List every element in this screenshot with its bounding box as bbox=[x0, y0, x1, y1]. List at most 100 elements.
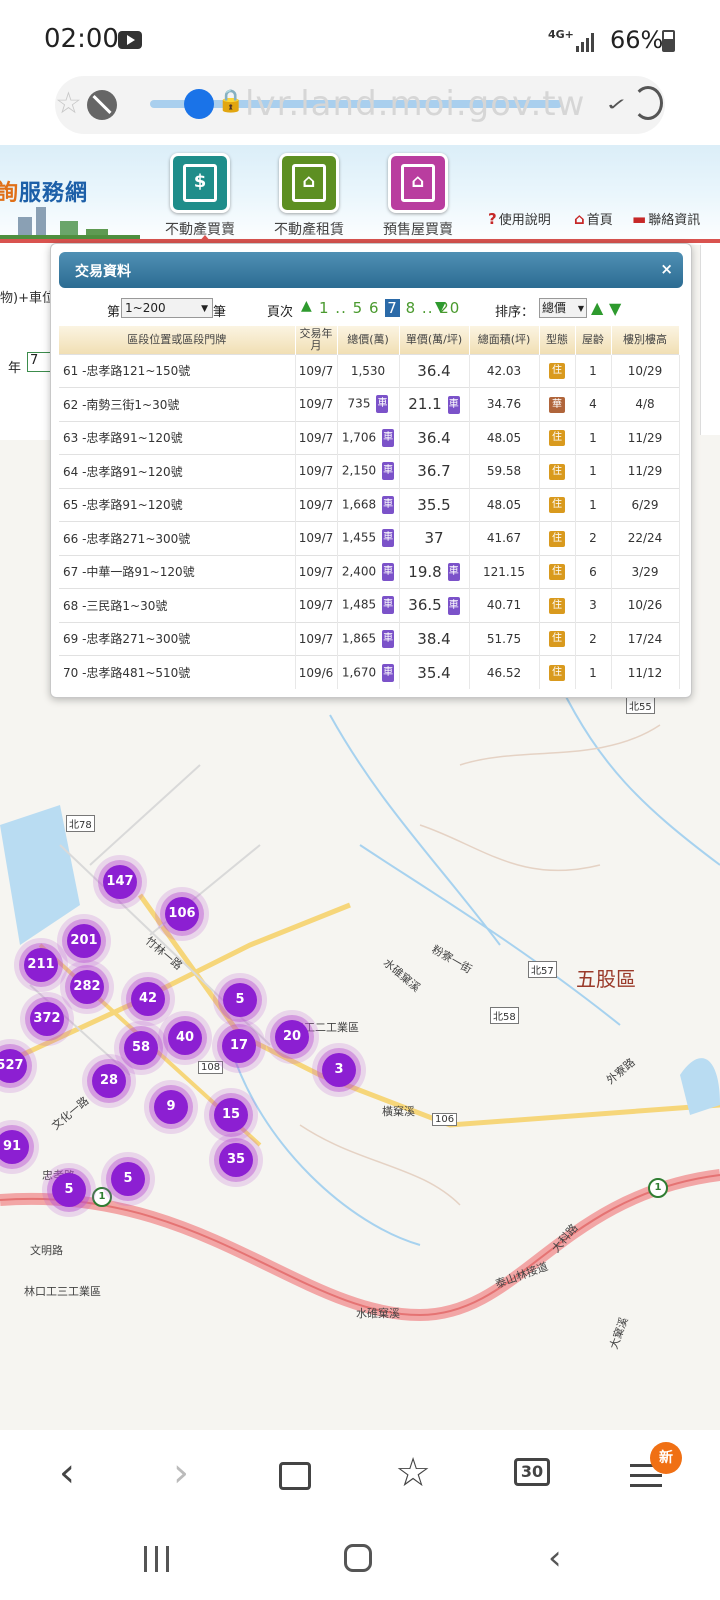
table-row[interactable]: 63 -忠孝路91~120號 109/7 1,706 車 36.4 48.05 住 1 11/2… bbox=[59, 420, 680, 455]
mute-icon[interactable] bbox=[87, 90, 117, 120]
cell-address: 61 -忠孝路121~150號 bbox=[59, 353, 296, 388]
road-label: 文明路 bbox=[30, 1244, 63, 1257]
record-range-select[interactable]: 1~200 bbox=[121, 298, 213, 318]
col-date[interactable]: 交易年月 bbox=[295, 326, 338, 354]
crane-house-icon: ⌂ bbox=[388, 153, 448, 213]
col-age[interactable]: 屋齡 bbox=[575, 326, 612, 354]
page-next-icon[interactable]: ▼ bbox=[435, 299, 446, 315]
cell-address: 65 -忠孝路91~120號 bbox=[59, 487, 296, 522]
cell-total-price: 1,485 車 bbox=[337, 588, 400, 622]
transaction-cluster[interactable]: 9 bbox=[154, 1090, 188, 1124]
col-floor[interactable]: 樓別樓高 bbox=[611, 326, 680, 354]
transaction-cluster[interactable]: 201 bbox=[67, 924, 101, 958]
nav-real-estate-sale[interactable]: $ 不動產買賣 bbox=[150, 153, 250, 239]
cell-floor: 4/8 bbox=[611, 387, 680, 421]
table-row[interactable]: 65 -忠孝路91~120號 109/7 1,668 車 35.5 48.05 住 1 6/29 bbox=[59, 487, 680, 522]
table-row[interactable]: 66 -忠孝路271~300號 109/7 1,455 車 37 41.67 住 2 22/24 bbox=[59, 521, 680, 555]
transaction-cluster[interactable]: 5 bbox=[52, 1173, 86, 1207]
system-home-icon[interactable] bbox=[344, 1544, 372, 1572]
transaction-cluster[interactable]: 211 bbox=[24, 948, 58, 982]
page-current[interactable]: 7 bbox=[385, 299, 400, 317]
url-text[interactable]: lvr.land.moi.gov.tw bbox=[245, 84, 585, 124]
cell-area: 46.52 bbox=[469, 655, 540, 689]
cell-unit-price: 36.4 bbox=[399, 353, 470, 388]
table-row[interactable]: 67 -中華一路91~120號 109/7 2,400 車 19.8 車 121.15 住 6 3… bbox=[59, 554, 680, 589]
transaction-cluster[interactable]: 35 bbox=[219, 1143, 253, 1177]
transaction-cluster[interactable]: 42 bbox=[131, 982, 165, 1016]
transaction-cluster[interactable]: 106 bbox=[165, 897, 199, 931]
table-row[interactable]: 62 -南勢三街1~30號 109/7 735 車 21.1 車 34.76 華 4 4/8 bbox=[59, 387, 680, 421]
page-link[interactable]: 5 6 bbox=[353, 299, 380, 317]
cell-unit-price: 19.8 車 bbox=[399, 554, 470, 589]
cell-age: 6 bbox=[575, 554, 612, 589]
col-total-price[interactable]: 總價(萬) bbox=[337, 326, 400, 354]
battery-percent: 66% bbox=[610, 26, 664, 54]
tabs-icon[interactable]: 30 bbox=[508, 1448, 558, 1498]
home-link[interactable]: ⌂ 首頁 bbox=[574, 209, 613, 228]
sort-select[interactable]: 總價 bbox=[539, 298, 587, 318]
cell-total-price: 735 車 bbox=[337, 387, 400, 421]
nav-presale-sale[interactable]: ⌂ 預售屋買賣 bbox=[368, 153, 468, 239]
star-icon[interactable]: ☆ bbox=[55, 86, 82, 121]
type-badge: 住 bbox=[549, 363, 565, 380]
forward-icon[interactable]: › bbox=[156, 1448, 206, 1498]
transaction-cluster[interactable]: 28 bbox=[92, 1064, 126, 1098]
page-link[interactable]: 8 .. bbox=[406, 299, 434, 317]
table-row[interactable]: 70 -忠孝路481~510號 109/6 1,670 車 35.4 46.52 住 1 11/… bbox=[59, 655, 680, 689]
route-label: 北78 bbox=[66, 815, 95, 832]
cell-type: 住 bbox=[539, 621, 576, 656]
parking-badge: 車 bbox=[382, 495, 395, 514]
route-label: 北55 bbox=[626, 697, 655, 714]
reload-icon[interactable] bbox=[633, 86, 663, 120]
transaction-cluster[interactable]: 282 bbox=[70, 970, 104, 1004]
logo-city-illustration bbox=[0, 201, 140, 241]
transaction-table: 區段位置或區段門牌 交易年月 總價(萬) 單價(萬/坪) 總面積(坪) 型態 屋… bbox=[59, 326, 680, 689]
home-icon[interactable] bbox=[270, 1448, 320, 1498]
chevron-down-icon[interactable]: ✓ bbox=[605, 95, 628, 115]
sort-asc-icon[interactable]: ▲ bbox=[591, 298, 603, 317]
cell-age: 1 bbox=[575, 487, 612, 522]
cell-age: 2 bbox=[575, 521, 612, 555]
table-row[interactable]: 64 -忠孝路91~120號 109/7 2,150 車 36.7 59.58 住 1 11/2… bbox=[59, 454, 680, 488]
cell-unit-price: 38.4 bbox=[399, 621, 470, 656]
cell-type: 住 bbox=[539, 655, 576, 689]
table-row[interactable]: 61 -忠孝路121~150號 109/7 1,530 36.4 42.03 住 1 10/2… bbox=[59, 353, 680, 388]
col-address[interactable]: 區段位置或區段門牌 bbox=[59, 326, 296, 354]
transaction-cluster[interactable]: 3 bbox=[322, 1053, 356, 1087]
close-icon[interactable]: × bbox=[660, 260, 673, 278]
transaction-cluster[interactable]: 17 bbox=[222, 1029, 256, 1063]
transaction-cluster[interactable]: 5 bbox=[111, 1162, 145, 1196]
table-row[interactable]: 69 -忠孝路271~300號 109/7 1,865 車 38.4 51.75 住 2 17/… bbox=[59, 621, 680, 656]
contact-link[interactable]: ▬ 聯絡資訊 bbox=[632, 209, 700, 228]
recent-apps-icon[interactable] bbox=[144, 1546, 172, 1572]
page-prev-icon[interactable]: ▲ bbox=[301, 298, 312, 314]
col-unit-price[interactable]: 單價(萬/坪) bbox=[399, 326, 470, 354]
table-row[interactable]: 68 -三民路1~30號 109/7 1,485 車 36.5 車 40.71 住 3 10/26 bbox=[59, 588, 680, 622]
route-label: 北57 bbox=[528, 961, 557, 978]
cell-address: 64 -忠孝路91~120號 bbox=[59, 454, 296, 488]
cell-unit-price: 36.5 車 bbox=[399, 588, 470, 622]
transaction-cluster[interactable]: 40 bbox=[168, 1021, 202, 1055]
route-label: 北58 bbox=[490, 1007, 519, 1024]
help-link[interactable]: ? 使用說明 bbox=[488, 209, 551, 228]
back-icon[interactable]: ‹ bbox=[42, 1448, 92, 1498]
page-link[interactable]: 1 .. bbox=[319, 299, 347, 317]
nav-real-estate-rent[interactable]: ⌂ 不動產租賃 bbox=[259, 153, 359, 239]
address-bar[interactable]: ☆ 🔒 lvr.land.moi.gov.tw ✓ bbox=[55, 76, 665, 134]
sort-desc-icon[interactable]: ▼ bbox=[609, 299, 621, 318]
question-icon: ? bbox=[488, 210, 497, 228]
transaction-cluster[interactable]: 372 bbox=[30, 1002, 64, 1036]
cell-type: 住 bbox=[539, 454, 576, 488]
transaction-cluster[interactable]: 15 bbox=[214, 1098, 248, 1132]
transaction-cluster[interactable]: 20 bbox=[275, 1020, 309, 1054]
transaction-cluster[interactable]: 147 bbox=[103, 865, 137, 899]
cell-age: 1 bbox=[575, 454, 612, 488]
cell-date: 109/7 bbox=[295, 554, 338, 589]
district-label: 五股區 bbox=[576, 967, 636, 991]
transaction-cluster[interactable]: 5 bbox=[223, 983, 257, 1017]
system-back-icon[interactable]: ‹ bbox=[548, 1538, 562, 1578]
transaction-cluster[interactable]: 58 bbox=[124, 1031, 158, 1065]
col-area[interactable]: 總面積(坪) bbox=[469, 326, 540, 354]
bookmarks-icon[interactable]: ☆ bbox=[388, 1448, 438, 1498]
col-type[interactable]: 型態 bbox=[539, 326, 576, 354]
